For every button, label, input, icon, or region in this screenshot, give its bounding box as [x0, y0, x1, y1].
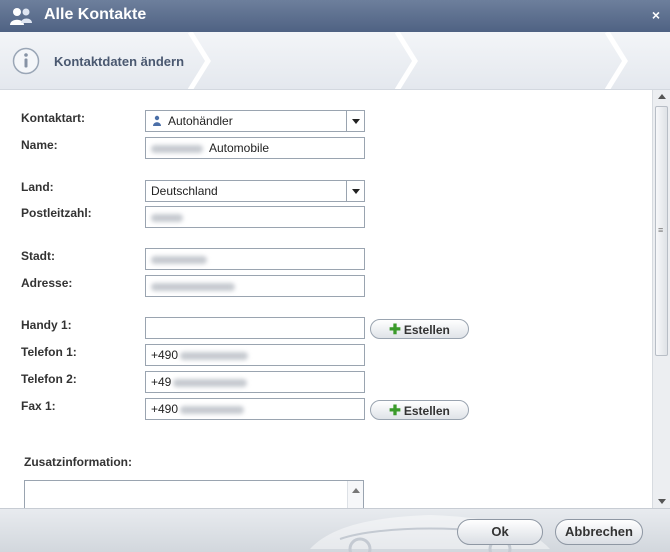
adresse-input[interactable] [145, 275, 365, 297]
step-header: Kontaktdaten ändern [0, 32, 670, 90]
telefon2-input[interactable]: +49 [145, 371, 365, 393]
textarea-scroll-up-icon[interactable] [347, 481, 363, 508]
step-chevron [395, 32, 418, 89]
contacts-icon [10, 8, 32, 25]
estellen-label: Estellen [403, 404, 450, 418]
plus-icon: ✚ [389, 402, 401, 418]
name-value: Automobile [209, 141, 270, 155]
telefon2-label: Telefon 2: [21, 372, 77, 386]
handy1-input[interactable] [145, 317, 365, 339]
estellen-label: Estellen [403, 323, 450, 337]
ok-button[interactable]: Ok [457, 519, 543, 545]
redacted-text [180, 405, 245, 414]
redacted-text [151, 144, 203, 153]
redacted-text [151, 213, 183, 222]
step-chevron [188, 32, 211, 89]
plus-icon: ✚ [389, 321, 401, 337]
fax1-input[interactable]: +490 [145, 398, 365, 420]
dropdown-arrow-icon[interactable] [346, 111, 364, 131]
adresse-label: Adresse: [21, 276, 73, 290]
cancel-button[interactable]: Abbrechen [555, 519, 643, 545]
plz-input[interactable] [145, 206, 365, 228]
title-bar: Alle Kontakte × [0, 0, 670, 32]
fax1-value: +490 [151, 402, 179, 416]
name-label: Name: [21, 138, 58, 152]
scroll-up-icon[interactable] [653, 90, 670, 104]
estellen-button-fax1[interactable]: ✚ Estellen [370, 400, 469, 420]
scrollbar-thumb[interactable] [655, 106, 668, 356]
redacted-text [180, 351, 249, 360]
kontaktart-value: Autohändler [168, 114, 233, 128]
land-label: Land: [21, 180, 54, 194]
person-tree-icon [153, 115, 161, 126]
land-select[interactable]: Deutschland [145, 180, 365, 202]
redacted-text [151, 282, 235, 291]
stadt-label: Stadt: [21, 249, 55, 263]
estellen-button-handy1[interactable]: ✚ Estellen [370, 319, 469, 339]
telefon2-value: +49 [151, 375, 172, 389]
handy1-label: Handy 1: [21, 318, 72, 332]
redacted-text [151, 255, 207, 264]
stadt-input[interactable] [145, 248, 365, 270]
zusatz-textarea[interactable] [24, 480, 364, 508]
redacted-text [173, 378, 248, 387]
step-chevron [605, 32, 628, 89]
telefon1-value: +490 [151, 348, 179, 362]
step-label: Kontaktdaten ändern [54, 54, 185, 69]
name-input[interactable]: Automobile [145, 137, 365, 159]
window-title: Alle Kontakte [44, 6, 147, 23]
vertical-scrollbar[interactable] [652, 90, 670, 508]
kontaktart-label: Kontaktart: [21, 111, 86, 125]
dropdown-arrow-icon[interactable] [346, 181, 364, 201]
dialog-footer: Ok Abbrechen [0, 508, 670, 552]
contact-form: Kontaktart: Autohändler Name: Automobile… [0, 90, 652, 508]
close-button[interactable]: × [652, 7, 660, 23]
kontaktart-select[interactable]: Autohändler [145, 110, 365, 132]
telefon1-input[interactable]: +490 [145, 344, 365, 366]
telefon1-label: Telefon 1: [21, 345, 77, 359]
scroll-down-icon[interactable] [653, 494, 670, 508]
zusatz-label: Zusatzinformation: [24, 455, 132, 469]
info-icon [12, 47, 40, 75]
plz-label: Postleitzahl: [21, 206, 92, 220]
land-value: Deutschland [151, 184, 218, 198]
fax1-label: Fax 1: [21, 399, 56, 413]
